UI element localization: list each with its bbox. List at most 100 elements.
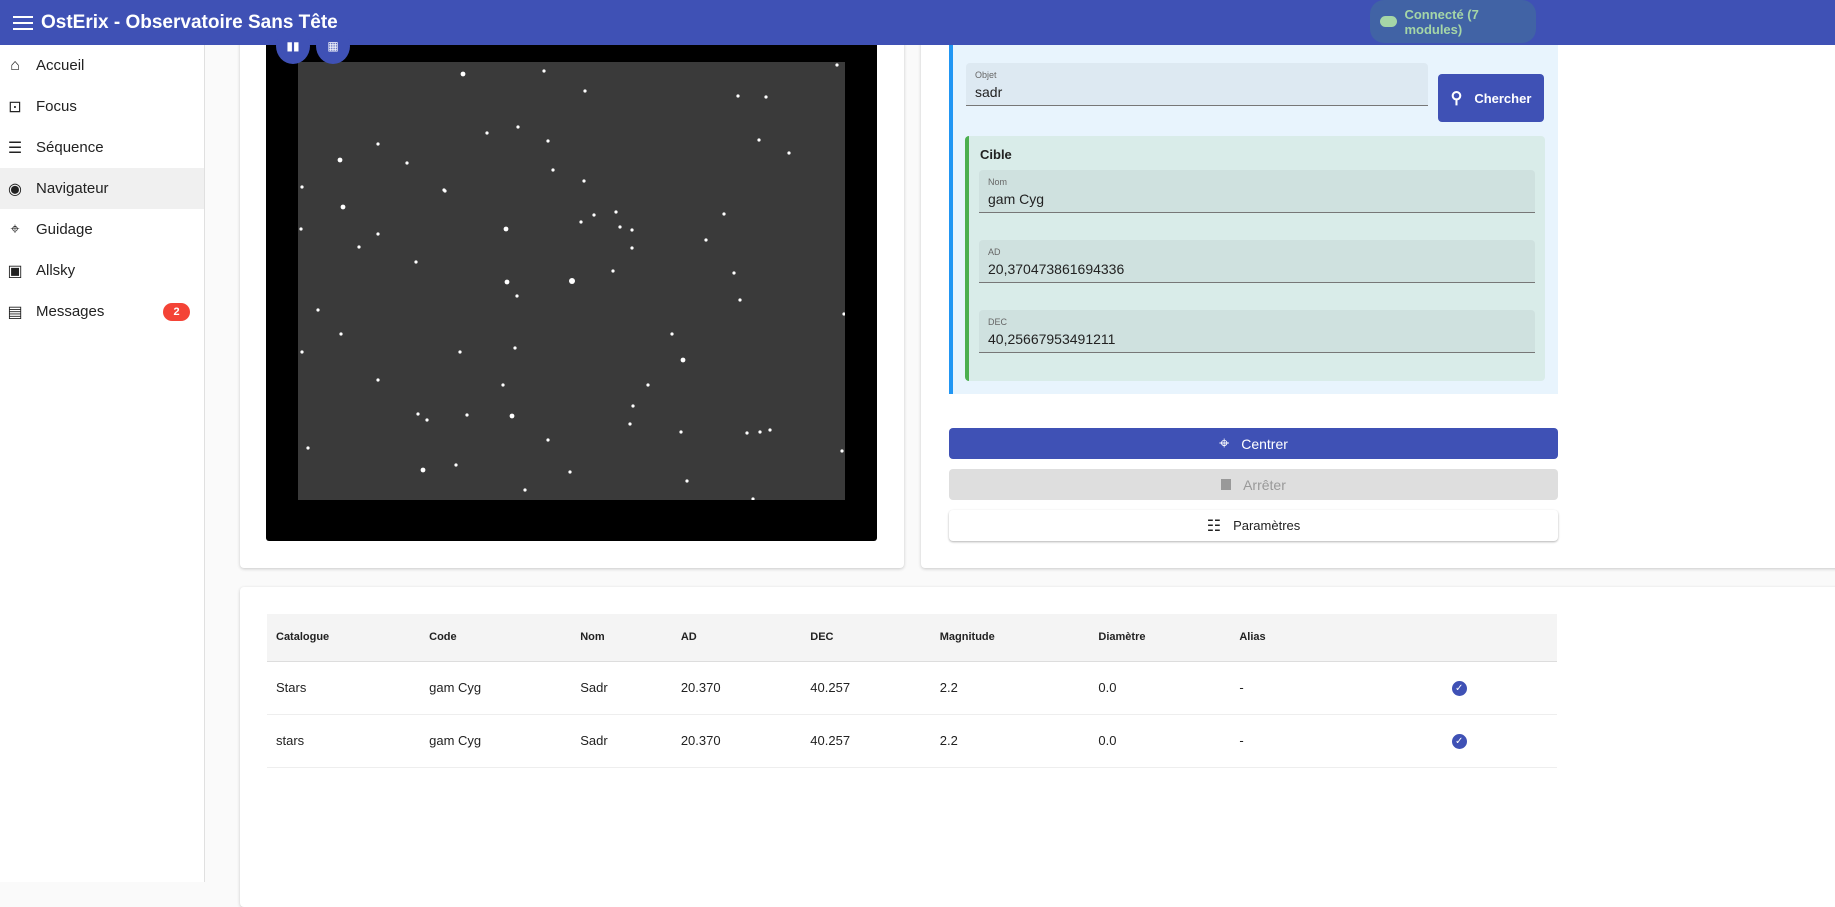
star [592, 213, 596, 217]
star [339, 332, 343, 336]
star [787, 151, 791, 155]
object-input[interactable]: Objet sadr [966, 63, 1428, 106]
star [340, 204, 346, 210]
star [551, 168, 555, 172]
column-header[interactable] [1331, 614, 1557, 662]
target-dec-field[interactable]: DEC 40,25667953491211 [979, 310, 1535, 353]
check-circle-icon[interactable]: ✓ [1451, 734, 1467, 749]
star [646, 383, 650, 387]
star [337, 157, 343, 163]
star [425, 418, 429, 422]
field-label: Objet [975, 70, 997, 80]
table-cell: 20.370 [671, 714, 802, 768]
select-cell[interactable]: ✓ [1331, 714, 1557, 768]
results-table: Catalogue Code Nom AD DEC Magnitude Diamètre Al… [267, 614, 1557, 768]
field-value: 40,25667953491211 [988, 331, 1116, 347]
nav-label: Allsky [36, 262, 76, 279]
star [503, 226, 509, 232]
menu-icon[interactable] [13, 15, 33, 30]
star [306, 446, 310, 450]
star [516, 125, 520, 129]
star [523, 488, 527, 492]
star [316, 308, 320, 312]
star [546, 139, 550, 143]
nav-label: Messages [36, 303, 105, 320]
center-button[interactable]: ⌖ Centrer [949, 428, 1558, 459]
star [768, 428, 772, 432]
connection-label: Connecté (7 modules) [1404, 6, 1479, 37]
sidebar-item-allsky[interactable]: ▣ Allsky [0, 250, 204, 291]
star [757, 138, 761, 142]
select-cell[interactable]: ✓ [1331, 661, 1557, 715]
table-cell: Stars [267, 661, 421, 715]
star [485, 131, 489, 135]
connection-status[interactable]: Connecté (7 modules) [1370, 0, 1536, 43]
tune-icon: ☷ [1206, 517, 1222, 535]
star-field-image [298, 62, 845, 500]
search-icon: ⚲ [1450, 90, 1463, 107]
field-label: DEC [988, 317, 1008, 327]
star [680, 357, 686, 363]
table-row[interactable]: stars gam Cyg Sadr 20.370 40.257 2.2 0.0- ✓ [267, 714, 1557, 768]
field-label: AD [988, 247, 1001, 257]
sidebar-item-guidage[interactable]: ⌖ Guidage [0, 209, 204, 250]
star [416, 412, 420, 416]
star [618, 225, 622, 229]
message-icon: ▤ [7, 303, 23, 321]
column-header[interactable]: DEC [801, 614, 931, 662]
column-header[interactable]: Alias [1230, 614, 1332, 662]
star [465, 413, 469, 417]
settings-button[interactable]: ☷ Paramètres [949, 510, 1558, 541]
table-cell: 40.257 [801, 714, 931, 768]
stats-button[interactable]: ▦ [316, 28, 350, 64]
star [513, 346, 517, 350]
histogram-button[interactable]: ▮▮ [276, 28, 310, 64]
star [722, 212, 726, 216]
table-cell: - [1230, 661, 1332, 715]
sidebar-item-navigateur[interactable]: ◉ Navigateur [0, 168, 204, 209]
table-cell: stars [267, 714, 421, 768]
table-cell: 2.2 [930, 661, 1090, 715]
home-icon: ⌂ [10, 56, 20, 74]
star [300, 185, 304, 189]
table-cell: 40.257 [801, 661, 931, 715]
check-circle-icon[interactable]: ✓ [1451, 681, 1467, 696]
sidebar-item-messages[interactable]: ▤ Messages 2 [0, 291, 204, 332]
target-name-field[interactable]: Nom gam Cyg [979, 170, 1535, 213]
search-button-label: Chercher [1474, 90, 1532, 106]
crosshair-icon: ⌖ [10, 220, 20, 238]
table-cell: 0.0 [1089, 714, 1231, 768]
star [758, 430, 762, 434]
stop-button: Arrêter [949, 469, 1558, 500]
column-header[interactable]: Magnitude [930, 614, 1090, 662]
star [583, 89, 587, 93]
field-value: sadr [975, 84, 1003, 100]
star [628, 422, 632, 426]
column-header[interactable]: Diamètre [1089, 614, 1231, 662]
column-header[interactable]: Catalogue [267, 614, 421, 662]
center-label: Centrer [1241, 435, 1288, 452]
star [835, 63, 839, 67]
nav-label: Séquence [36, 139, 104, 156]
star [546, 438, 550, 442]
table-cell: 20.370 [671, 661, 802, 715]
table-row[interactable]: Stars gam Cyg Sadr 20.370 40.257 2.2 0.0- ✓ [267, 661, 1557, 715]
column-header[interactable]: AD [671, 614, 802, 662]
sidebar-item-sequence[interactable]: ☰ Séquence [0, 127, 204, 168]
table-cell: gam Cyg [420, 661, 572, 715]
star [631, 404, 635, 408]
target-ra-field[interactable]: AD 20,370473861694336 [979, 240, 1535, 283]
sidebar-item-focus[interactable]: ⊡ Focus [0, 86, 204, 127]
nav-label: Navigateur [36, 180, 109, 197]
search-button[interactable]: ⚲ Chercher [1438, 74, 1544, 122]
star [542, 69, 546, 73]
star [764, 95, 768, 99]
sidebar-item-accueil[interactable]: ⌂ Accueil [0, 45, 204, 86]
star [614, 210, 618, 214]
star [300, 350, 304, 354]
star [515, 294, 519, 298]
column-header[interactable]: Code [420, 614, 572, 662]
column-header[interactable]: Nom [571, 614, 672, 662]
star [568, 470, 572, 474]
image-icon: ▣ [7, 262, 23, 280]
